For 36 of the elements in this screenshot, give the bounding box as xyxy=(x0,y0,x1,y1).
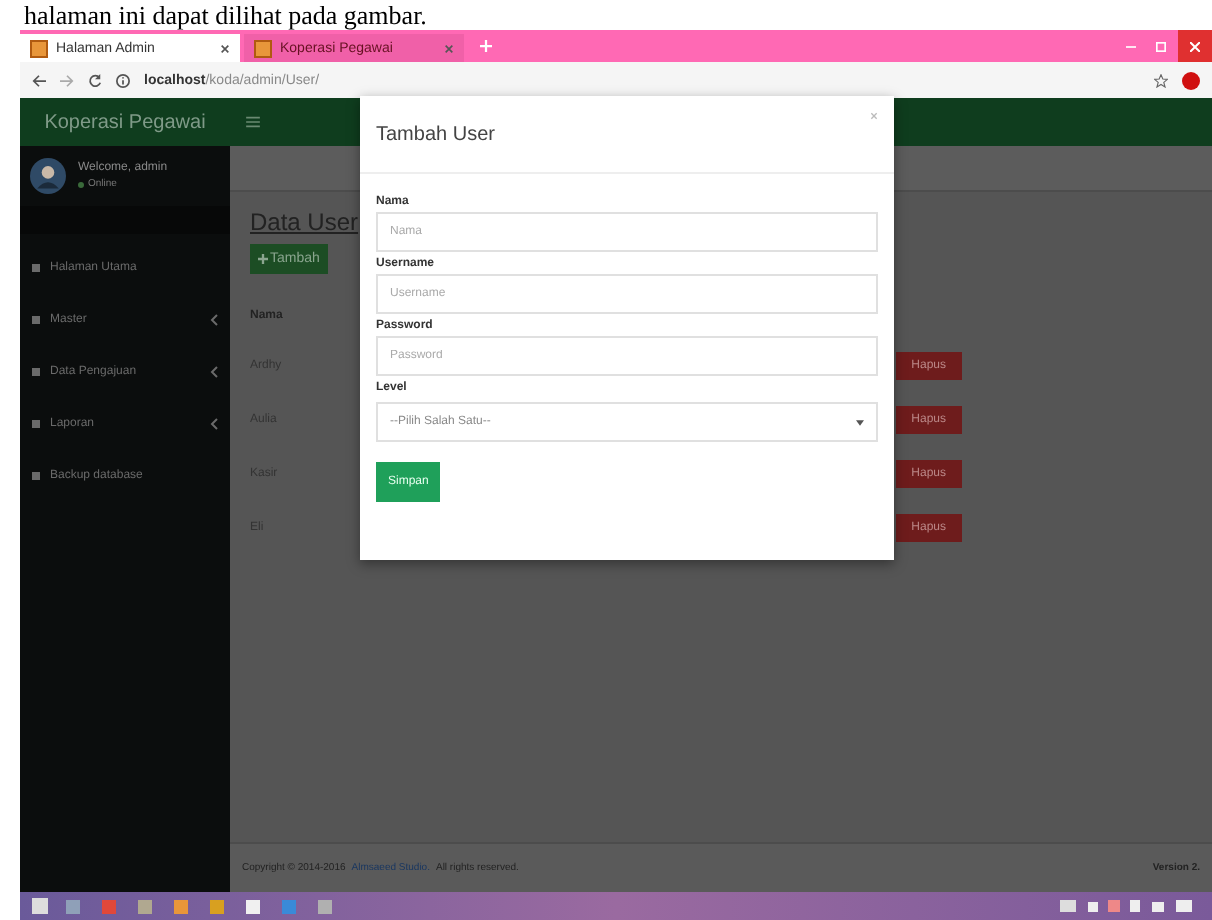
square-icon xyxy=(32,368,40,376)
profile-icon[interactable] xyxy=(1182,71,1200,89)
new-tab-icon[interactable] xyxy=(480,40,492,52)
chevron-icon xyxy=(210,314,218,326)
minimize-icon[interactable] xyxy=(1126,41,1136,51)
plus-icon xyxy=(258,254,268,264)
chevron-icon xyxy=(210,366,218,378)
taskbar-icon[interactable] xyxy=(240,894,264,918)
close-icon[interactable] xyxy=(220,43,230,53)
dialog-title: Tambah User xyxy=(376,123,497,145)
back-icon[interactable] xyxy=(32,73,46,87)
caret-icon xyxy=(856,419,864,425)
square-icon xyxy=(32,264,40,272)
page-icon xyxy=(30,39,48,57)
chevron-icon xyxy=(210,418,218,430)
taskbar-icon[interactable] xyxy=(60,894,84,918)
taskbar-icon[interactable] xyxy=(312,894,336,918)
taskbar-icon[interactable] xyxy=(168,894,192,918)
avatar-icon xyxy=(30,158,66,194)
square-icon xyxy=(32,316,40,324)
taskbar-icon[interactable] xyxy=(132,894,156,918)
forward-icon[interactable] xyxy=(60,73,74,87)
reload-icon[interactable] xyxy=(88,73,102,87)
square-icon xyxy=(32,420,40,428)
square-icon xyxy=(32,472,40,480)
close-icon xyxy=(1190,41,1200,51)
caption-text: halaman ini dapat dilihat pada gambar. xyxy=(22,0,427,30)
taskbar-icon[interactable] xyxy=(204,894,228,918)
menu-icon[interactable] xyxy=(246,116,260,128)
info-icon xyxy=(116,73,130,87)
start-icon[interactable] xyxy=(32,898,48,914)
brand-title[interactable]: Koperasi Pegawai xyxy=(20,98,230,146)
close-button[interactable] xyxy=(1178,30,1212,62)
star-icon[interactable] xyxy=(1154,73,1168,87)
page-icon xyxy=(254,39,272,57)
restore-icon[interactable] xyxy=(1156,41,1166,51)
